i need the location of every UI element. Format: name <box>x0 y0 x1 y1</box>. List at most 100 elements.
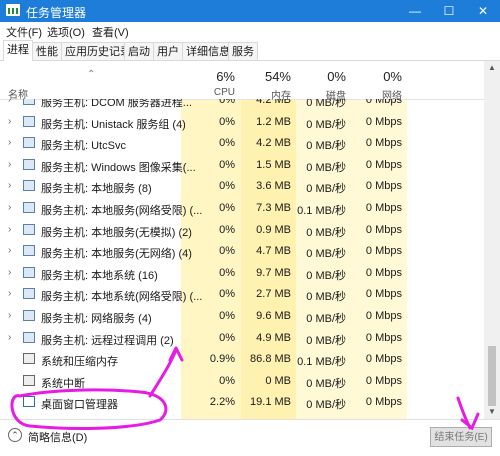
process-cpu-value: 0% <box>219 331 235 344</box>
process-name: 服务主机: 网络服务 (4) <box>41 313 152 325</box>
process-row[interactable]: › 服务主机: Unistack 服务组 (4) 0% 1.2 MB 0 MB/秒 0 M… <box>0 111 484 134</box>
process-cpu-value: 2.2% <box>209 396 235 409</box>
process-cpu-value: 0% <box>219 266 235 279</box>
process-mem-value: 2.7 MB <box>256 288 291 301</box>
process-name: 服务主机: DCOM 服务器进程... <box>41 99 192 109</box>
process-disk-value: 0 MB/秒 <box>306 399 346 412</box>
tab-performance[interactable]: 性能 <box>32 42 62 60</box>
process-row[interactable]: › 服务主机: 本地服务(无模拟) (2) 0% 0.9 MB 0 MB/秒 0 Mbps <box>0 219 484 242</box>
process-cpu-value: 0% <box>219 158 235 171</box>
tab-processes[interactable]: 进程 <box>3 40 33 61</box>
memory-column-header[interactable]: 54% 内存 <box>241 69 291 102</box>
expand-chevron-icon[interactable]: › <box>8 99 11 105</box>
process-row[interactable]: › 服务主机: 本地服务(网络受限) (... 0% 7.3 MB 0.1 MB/秒 0 … <box>0 197 484 220</box>
vertical-scrollbar[interactable]: ▲ ▼ <box>484 61 500 419</box>
process-name: 服务主机: 本地服务 (8) <box>41 183 152 196</box>
expand-chevron-icon[interactable]: › <box>8 180 11 191</box>
process-disk-value: 0 MB/秒 <box>306 334 346 347</box>
maximize-button[interactable]: ☐ <box>432 0 466 22</box>
process-row[interactable]: › 服务主机: 本地服务(无网络) (4) 0% 4.7 MB 0 MB/秒 0 Mbps <box>0 240 484 263</box>
end-task-button[interactable]: 结束任务(E) <box>430 427 492 447</box>
minimize-button[interactable]: — <box>398 0 432 22</box>
process-row[interactable]: › 服务主机: 远程过程调用 (2) 0% 4.9 MB 0 MB/秒 0 Mbps <box>0 327 484 350</box>
process-mem-value: 4.2 MB <box>256 137 291 150</box>
service-host-icon <box>23 158 35 170</box>
title-bar: 任务管理器 — ☐ ✕ <box>0 0 500 22</box>
expand-chevron-icon[interactable]: › <box>8 116 11 127</box>
scroll-down-arrow-icon[interactable]: ▼ <box>484 407 500 416</box>
process-mem-value: 9.6 MB <box>256 310 291 322</box>
fewer-details-chevron-icon[interactable]: ⌃ <box>8 428 22 442</box>
tab-details[interactable]: 详细信息 <box>182 42 234 60</box>
process-cpu-value: 0% <box>219 223 235 236</box>
process-row[interactable]: › 服务主机: 本地系统 (16) 0% 9.7 MB 0 MB/秒 0 Mbps <box>0 262 484 285</box>
expand-chevron-icon[interactable]: › <box>8 267 11 278</box>
disk-column-header[interactable]: 0% 磁盘 <box>296 69 346 102</box>
menu-file[interactable]: 文件(F) <box>6 24 42 40</box>
process-name: 服务主机: 本地服务(网络受限) (... <box>41 205 203 217</box>
process-row[interactable]: › 服务主机: 网络服务 (4) 0% 9.6 MB 0 MB/秒 0 Mbps <box>0 305 484 328</box>
process-row[interactable]: › 服务主机: 本地系统(网络受限) (... 0% 2.7 MB 0 MB/秒 0 Mb… <box>0 283 484 306</box>
expand-chevron-icon[interactable]: › <box>8 202 11 213</box>
process-disk-value: 0 MB/秒 <box>306 99 346 109</box>
close-button[interactable]: ✕ <box>466 0 500 22</box>
service-host-icon <box>23 288 35 300</box>
menu-options[interactable]: 选项(O) <box>47 24 85 40</box>
process-name: 服务主机: 远程过程调用 (2) <box>41 334 174 347</box>
process-row[interactable]: › 服务主机: 本地服务 (8) 0% 3.6 MB 0 MB/秒 0 Mbps <box>0 175 484 198</box>
process-cpu-value: 0% <box>219 99 235 106</box>
expand-chevron-icon[interactable]: › <box>8 245 11 256</box>
service-host-icon <box>23 245 35 257</box>
process-icon <box>23 396 35 408</box>
expand-chevron-icon[interactable]: › <box>8 137 11 148</box>
process-disk-value: 0 MB/秒 <box>306 313 346 325</box>
fewer-details-link[interactable]: 简略信息(D) <box>28 429 87 445</box>
process-disk-value: 0 MB/秒 <box>306 183 346 196</box>
process-net-value: 0 Mbps <box>365 396 402 409</box>
process-mem-value: 4.7 MB <box>256 245 291 258</box>
disk-total-percent: 0% <box>327 69 346 84</box>
tab-strip: 进程 性能 应用历史记录 启动 用户 详细信息 服务 <box>0 40 500 61</box>
process-disk-value: 0 MB/秒 <box>306 248 346 261</box>
process-row[interactable]: › 服务主机: UtcSvc 0% 4.2 MB 0 MB/秒 0 Mbps <box>0 132 484 155</box>
menu-bar: 文件(F) 选项(O) 查看(V) <box>0 22 500 40</box>
network-column-header[interactable]: 0% 网络 <box>352 69 402 102</box>
scrollbar-thumb[interactable] <box>488 346 496 406</box>
process-net-value: 0 Mbps <box>365 202 402 214</box>
expand-chevron-icon[interactable]: › <box>8 310 11 321</box>
process-mem-value: 86.8 MB <box>250 353 291 366</box>
service-host-icon <box>23 115 35 127</box>
menu-view[interactable]: 查看(V) <box>92 24 129 40</box>
expand-chevron-icon[interactable]: › <box>8 332 11 343</box>
process-cpu-value: 0% <box>219 137 235 150</box>
process-cpu-value: 0% <box>219 202 235 214</box>
column-header: ⌃ 名称 6% CPU 54% 内存 0% 磁盘 0% 网络 <box>0 61 484 102</box>
process-disk-value: 0 MB/秒 <box>306 291 346 304</box>
tab-services[interactable]: 服务 <box>228 42 258 60</box>
tab-startup[interactable]: 启动 <box>124 42 154 60</box>
network-total-percent: 0% <box>383 69 402 84</box>
expand-chevron-icon[interactable]: › <box>8 159 11 170</box>
cpu-column-header[interactable]: 6% CPU <box>181 69 235 98</box>
process-name: 桌面窗口管理器 <box>41 399 118 412</box>
scroll-up-arrow-icon[interactable]: ▲ <box>484 63 500 72</box>
process-name: 服务主机: 本地系统 (16) <box>41 269 158 282</box>
process-row[interactable]: 系统中断 0% 0 MB 0 MB/秒 0 Mbps <box>0 370 484 393</box>
expand-chevron-icon[interactable]: › <box>8 288 11 299</box>
process-mem-value: 4.2 MB <box>256 99 291 106</box>
process-name: 服务主机: 本地服务(无网络) (4) <box>41 248 192 261</box>
process-name: 系统中断 <box>41 377 85 390</box>
process-net-value: 0 Mbps <box>365 137 402 150</box>
tab-users[interactable]: 用户 <box>153 42 183 60</box>
process-row[interactable]: › 服务主机: Windows 图像采集(... 0% 1.5 MB 0 MB/秒 0 M… <box>0 154 484 177</box>
process-mem-value: 9.7 MB <box>256 266 291 279</box>
process-row[interactable]: 桌面窗口管理器 2.2% 19.1 MB 0 MB/秒 0 Mbps <box>0 391 484 414</box>
expand-chevron-icon[interactable]: › <box>8 224 11 235</box>
service-host-icon <box>23 180 35 192</box>
cpu-total-percent: 6% <box>216 69 235 84</box>
process-net-value: 0 Mbps <box>365 353 402 366</box>
footer-bar: ⌃ 简略信息(D) 结束任务(E) <box>0 419 500 456</box>
process-name: 系统和压缩内存 <box>41 356 118 369</box>
process-row[interactable]: 系统和压缩内存 0.9% 86.8 MB 0.1 MB/秒 0 Mbps <box>0 348 484 371</box>
process-cpu-value: 0% <box>219 310 235 322</box>
